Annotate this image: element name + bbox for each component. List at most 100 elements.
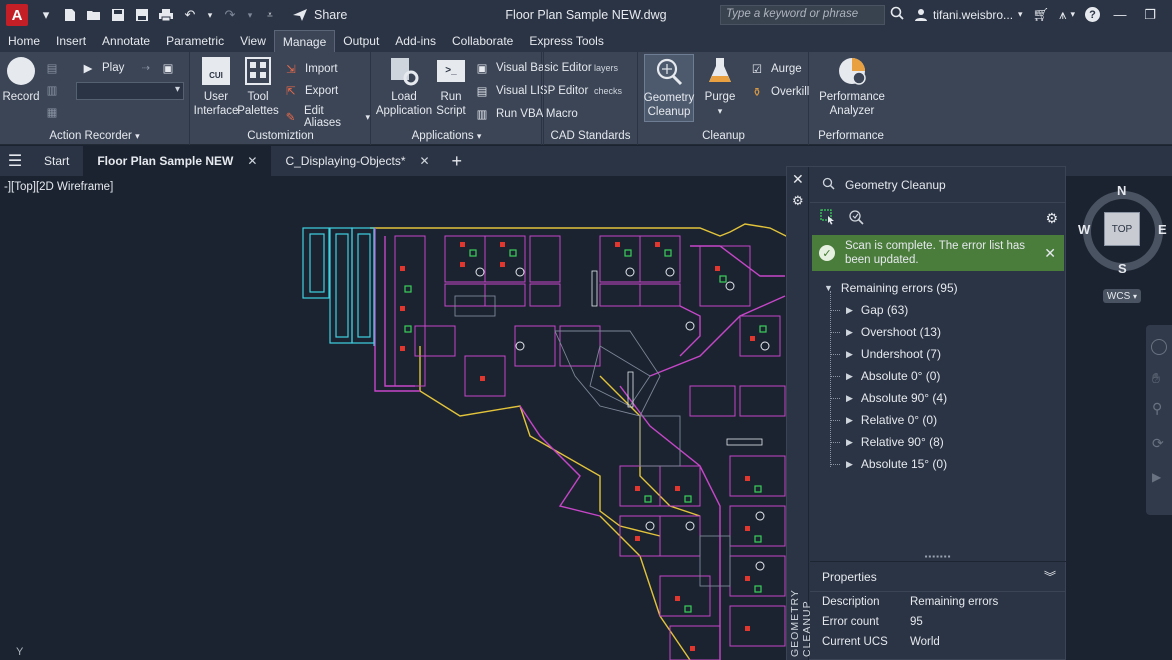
caret-right-icon[interactable]: ▶ (846, 393, 853, 404)
save-icon[interactable] (110, 7, 126, 23)
tab-view[interactable]: View (232, 30, 274, 52)
caret-down-icon[interactable]: ▼ (824, 283, 833, 293)
import-button[interactable]: ⇲ Import (283, 61, 337, 77)
close-tab-icon[interactable]: ✕ (419, 154, 429, 168)
user-interface-button[interactable]: CUI User Interface (194, 56, 238, 118)
macro-select[interactable] (76, 82, 184, 100)
panel-title[interactable]: Action Recorder ▾ (0, 130, 189, 142)
insert-base-point-icon[interactable]: ▦ (44, 104, 60, 120)
dismiss-banner-icon[interactable]: ✕ (1044, 245, 1056, 262)
caret-right-icon[interactable]: ▶ (846, 327, 853, 338)
request-input-icon[interactable]: ▥ (44, 82, 60, 98)
tool-palettes-button[interactable]: Tool Palettes (237, 56, 279, 118)
performance-analyzer-button[interactable]: Performance Analyzer (816, 56, 888, 118)
menu-dropdown-icon[interactable]: ▾ (38, 7, 54, 23)
edit-aliases-button[interactable]: ✎ Edit Aliases ▾ (283, 105, 370, 129)
viewcube-top-face[interactable]: TOP (1104, 212, 1140, 246)
load-application-button[interactable]: Load Application (372, 56, 436, 118)
doc-tab-displaying-objects[interactable]: C_Displaying-Objects* ✕ (271, 146, 443, 176)
tree-root-remaining-errors[interactable]: ▼ Remaining errors (95) (810, 277, 1066, 299)
wcs-menu[interactable]: WCS ▾ (1103, 289, 1141, 303)
user-account-button[interactable]: tifani.weisbro... ▾ (914, 8, 1023, 22)
compass-east[interactable]: E (1158, 222, 1167, 237)
tab-add-ins[interactable]: Add-ins (387, 30, 444, 52)
tab-home[interactable]: Home (0, 30, 48, 52)
panel-title[interactable]: Applications ▾ (362, 130, 531, 142)
tree-item-absolute-15[interactable]: ▶ Absolute 15° (0) (810, 453, 1066, 475)
properties-header[interactable]: Properties ︾ (810, 562, 1066, 592)
tree-item-absolute-90[interactable]: ▶ Absolute 90° (4) (810, 387, 1066, 409)
cart-icon[interactable]: 🛒︎ (1033, 7, 1050, 23)
export-button[interactable]: ⇱ Export (283, 83, 338, 99)
select-objects-icon[interactable] (820, 208, 836, 228)
save-as-icon[interactable] (134, 7, 150, 23)
tab-collaborate[interactable]: Collaborate (444, 30, 521, 52)
search-input[interactable]: Type a keyword or phrase (720, 5, 885, 25)
doc-tab-floor-plan[interactable]: Floor Plan Sample NEW ✕ (83, 146, 272, 176)
close-palette-icon[interactable]: ✕ (792, 171, 804, 188)
restore-button[interactable]: ❐ (1140, 7, 1160, 23)
play-button[interactable]: ▶ Play (80, 60, 125, 76)
rescan-icon[interactable] (848, 209, 864, 228)
compass-west[interactable]: W (1078, 222, 1090, 237)
caret-right-icon[interactable]: ▶ (846, 437, 853, 448)
close-tab-icon[interactable]: ✕ (247, 154, 257, 168)
tab-annotate[interactable]: Annotate (94, 30, 158, 52)
caret-right-icon[interactable]: ▶ (846, 305, 853, 316)
undo-icon[interactable]: ↶ (182, 7, 198, 23)
purge-button[interactable]: Purge ▾ (701, 56, 739, 118)
app-menu-button[interactable]: A (6, 4, 28, 26)
palette-properties-gear-icon[interactable]: ⚙ (792, 193, 804, 209)
new-file-icon[interactable] (62, 7, 78, 23)
redo-dropdown-icon[interactable]: ▾ (246, 7, 254, 23)
geometry-cleanup-button[interactable]: Geometry Cleanup (644, 54, 694, 122)
tree-item-relative-0[interactable]: ▶ Relative 0° (0) (810, 409, 1066, 431)
tab-insert[interactable]: Insert (48, 30, 94, 52)
tab-parametric[interactable]: Parametric (158, 30, 232, 52)
autodesk-a360-icon[interactable]: ⩚ (1059, 7, 1066, 23)
showmotion-icon[interactable]: ▶ (1152, 470, 1161, 484)
palette-title-strip[interactable]: ✕ ⚙ GEOMETRY CLEANUP (787, 167, 813, 660)
compass-north[interactable]: N (1117, 183, 1126, 198)
tree-item-undershoot[interactable]: ▶ Undershoot (7) (810, 343, 1066, 365)
tree-item-relative-90[interactable]: ▶ Relative 90° (8) (810, 431, 1066, 453)
minimize-button[interactable]: — (1110, 7, 1130, 22)
customize-toolbar-icon[interactable]: ⩡ (262, 7, 278, 23)
orbit-icon[interactable]: ⟳ (1152, 435, 1164, 452)
caret-right-icon[interactable]: ▶ (846, 349, 853, 360)
caret-right-icon[interactable]: ▶ (846, 415, 853, 426)
navigation-bar[interactable]: ✋︎ ⚲ ⟳ ▶ (1146, 325, 1172, 515)
record-button[interactable]: Record (2, 56, 40, 104)
splitter-grip[interactable]: ▪▪▪▪▪▪▪ (810, 553, 1066, 561)
caret-right-icon[interactable]: ▶ (846, 459, 853, 470)
chevron-down-icon[interactable]: ▾ (1070, 9, 1075, 20)
layer-translator-button[interactable]: layers (594, 63, 618, 73)
tab-output[interactable]: Output (335, 30, 387, 52)
caret-right-icon[interactable]: ▶ (846, 371, 853, 382)
preference-icon[interactable]: ▣ (160, 60, 176, 76)
compass-south[interactable]: S (1118, 261, 1127, 276)
viewcube[interactable]: N S W E TOP (1078, 183, 1168, 276)
insert-message-icon[interactable]: ▤ (44, 60, 60, 76)
aurge-button[interactable]: ☑ Aurge (749, 61, 802, 77)
pan-icon[interactable]: ✋︎ (1152, 370, 1160, 387)
tree-item-absolute-0[interactable]: ▶ Absolute 0° (0) (810, 365, 1066, 387)
tab-manage[interactable]: Manage (273, 30, 336, 52)
share-button[interactable]: Share (292, 8, 347, 22)
settings-gear-icon[interactable]: ⚙ (1045, 210, 1058, 227)
tree-item-overshoot[interactable]: ▶ Overshoot (13) (810, 321, 1066, 343)
check-standards-button[interactable]: checks (594, 86, 622, 96)
hamburger-menu-icon[interactable]: ☰ (0, 151, 30, 171)
doc-tab-start[interactable]: Start (30, 146, 83, 176)
collapse-chevron-icon[interactable]: ︾ (1044, 568, 1056, 585)
steering-wheel-icon[interactable] (1151, 339, 1167, 355)
overkill-button[interactable]: ⚱ Overkill (749, 84, 809, 100)
zoom-icon[interactable]: ⚲ (1152, 400, 1162, 417)
open-folder-icon[interactable] (86, 7, 102, 23)
tab-express-tools[interactable]: Express Tools (521, 30, 611, 52)
undo-dropdown-icon[interactable]: ▾ (206, 7, 214, 23)
search-icon[interactable] (890, 6, 904, 23)
redo-icon[interactable]: ↷ (222, 7, 238, 23)
run-script-button[interactable]: >_ Run Script (434, 56, 468, 118)
print-icon[interactable] (158, 7, 174, 23)
